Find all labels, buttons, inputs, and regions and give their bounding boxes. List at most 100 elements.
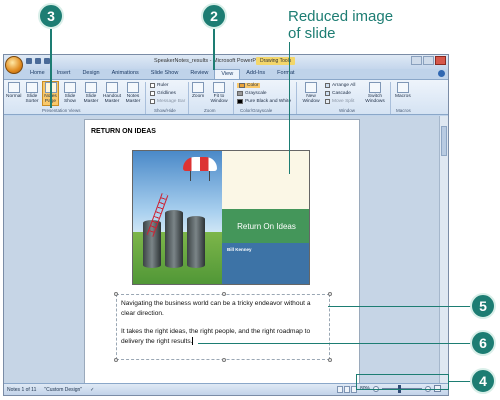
resize-handle[interactable] [328,292,332,296]
column-icon [165,210,183,268]
slide-illustration [133,151,222,284]
group-zoom: Zoom [204,108,216,113]
handout-master-button[interactable]: Handout Master [102,82,122,104]
tab-view[interactable]: View [214,69,241,79]
ribbon-separator [233,82,234,114]
tab-insert[interactable]: Insert [51,69,77,79]
notes-paragraph-1: Navigating the business world can be a t… [121,300,311,317]
ribbon-separator [145,82,146,114]
pure-black-white-button[interactable]: Pure Black and White [237,99,291,104]
tab-design[interactable]: Design [76,69,105,79]
quick-access-toolbar [26,58,50,64]
normal-view-icon [7,82,20,93]
slide-sorter-icon[interactable] [344,386,350,393]
callout-3-leader [50,26,52,108]
tab-review[interactable]: Review [184,69,214,79]
slide-show-button[interactable]: Slide Show [62,82,78,104]
callout-2: 2 [201,3,227,29]
scroll-thumb[interactable] [441,126,447,156]
slide-counter: Notes 1 of 11 [7,387,37,393]
tutorial-figure: Reduced image of slide 3 2 5 6 4 Speaker… [0,0,500,400]
color-button[interactable]: Color [237,83,261,88]
resize-handle[interactable] [114,292,118,296]
slide-sorter-icon [26,82,38,93]
callout-6-leader [198,343,474,344]
slide-sorter-button[interactable]: Slide Sorter [24,82,40,104]
notes-placeholder[interactable]: Navigating the business world can be a t… [114,292,332,362]
notes-master-icon [127,82,139,93]
title-bar: SpeakerNotes_results - Microsoft PowerPo… [4,55,448,74]
tab-animations[interactable]: Animations [106,69,145,79]
close-icon[interactable] [435,56,446,65]
gridlines-checkbox[interactable]: Gridlines [150,91,176,96]
slide-thumbnail[interactable]: Return On Ideas Bill Kenney [132,150,310,285]
ribbon-separator [188,82,189,114]
tab-home[interactable]: Home [24,69,51,79]
handout-master-icon [106,82,118,93]
slide-master-icon [85,82,97,93]
tab-slide-show[interactable]: Slide Show [145,69,185,79]
powerpoint-window: SpeakerNotes_results - Microsoft PowerPo… [3,54,449,396]
caption-reduced-image: Reduced image of slide [288,8,394,42]
group-color-grayscale: Color/Grayscale [240,108,273,113]
notes-master-button[interactable]: Notes Master [124,82,142,104]
group-presentation-views: Presentation Views [42,108,81,113]
text-cursor [192,336,194,345]
zoom-icon [192,82,205,93]
zoom-highlight-box [356,374,449,390]
group-window: Window [339,108,356,113]
parachute-lines [190,171,210,181]
macros-button[interactable]: Macros [395,82,411,99]
callout-4: 4 [470,368,496,394]
slide-cream-panel [222,151,309,209]
resize-handle[interactable] [222,358,226,362]
theme-name: "Custom Design" [44,387,83,393]
office-button-icon[interactable] [5,56,23,74]
grayscale-button[interactable]: Grayscale [237,91,267,96]
slide-author: Bill Kenney [227,247,252,252]
caption-leader [289,42,290,174]
minimize-icon[interactable] [411,56,422,65]
tab-format[interactable]: Format [271,69,300,79]
callout-5: 5 [470,293,496,319]
parachute-icon [183,157,217,171]
spell-check-icon[interactable]: ✓ [90,387,94,393]
save-icon[interactable] [26,58,32,64]
tab-add-ins[interactable]: Add-Ins [240,69,271,79]
fit-to-window-button[interactable]: Fit to Window [208,82,230,104]
view-shortcuts [337,386,357,393]
resize-handle[interactable] [114,358,118,362]
normal-view-button[interactable]: Normal [6,82,21,99]
maximize-icon[interactable] [423,56,434,65]
message-bar-checkbox[interactable]: Message Bar [150,99,185,104]
ribbon-view: Normal Slide Sorter Notes Page Slide Sho… [4,79,448,115]
resize-handle[interactable] [328,358,332,362]
move-split-button[interactable]: Move Split [325,99,354,104]
arrange-all-button[interactable]: Arrange All [325,83,355,88]
window-title: SpeakerNotes_results - Microsoft PowerPo… [154,58,265,64]
window-controls [411,56,446,65]
status-left: Notes 1 of 11 "Custom Design" ✓ [7,387,94,393]
callout-6: 6 [470,330,496,356]
callout-2-leader [213,26,215,70]
macros-icon [396,82,409,93]
resize-handle[interactable] [222,292,226,296]
new-window-button[interactable]: New Window [300,82,322,104]
undo-icon[interactable] [35,58,41,64]
page-title: RETURN ON IDEAS [91,128,156,135]
help-icon[interactable] [438,70,445,77]
zoom-button[interactable]: Zoom [192,82,204,99]
ruler-checkbox[interactable]: Ruler [150,83,168,88]
new-window-icon [305,82,317,93]
cascade-button[interactable]: Cascade [325,91,351,96]
group-show-hide: Show/Hide [154,108,176,113]
slide-master-button[interactable]: Slide Master [82,82,100,104]
fit-to-window-icon [213,82,225,93]
switch-windows-button[interactable]: Switch Windows [364,82,386,104]
switch-windows-icon [369,82,381,93]
slide-show-icon [64,82,76,93]
ribbon-separator [296,82,297,114]
normal-view-icon[interactable] [337,386,343,393]
callout-5-leader [328,306,474,307]
column-icon [187,216,205,268]
